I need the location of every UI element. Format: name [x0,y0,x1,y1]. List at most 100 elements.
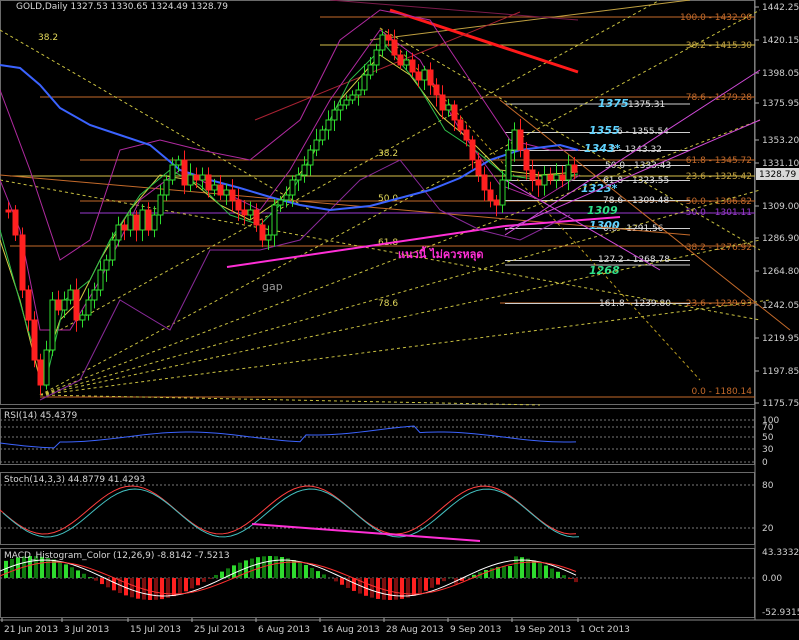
macd-bar [172,578,176,596]
candle-body [230,190,235,200]
level-label: 1375 [598,97,629,110]
support-annotation: แนวนี้ ไม่ควรหลุด [398,246,484,262]
candle-body [380,35,385,50]
price-tick-label: 1442.25 [762,3,799,13]
macd-bar [94,578,98,581]
macd-bar [544,566,548,578]
chart-canvas[interactable]: 1442.251420.151398.051375.951353.201331.… [0,0,799,636]
candle-body [512,130,517,150]
candle-body [284,195,289,200]
macd-bar [568,578,572,579]
level-label: 1355 [589,124,620,137]
candle-body [416,72,421,80]
macd-bar [316,571,320,578]
candle-body [110,240,115,260]
candle-body [356,90,361,95]
price-tick-label: 1264.80 [762,267,799,277]
stoch-signal-line [3,489,579,537]
price-tick-label: 1331.10 [762,159,799,169]
fib-right-label: 61.8 - 1345.72 [686,156,752,166]
macd-bar [556,572,560,578]
candle-body [13,210,18,235]
candle-body [224,190,229,195]
macd-bar [310,568,314,578]
candle-body [386,35,391,40]
candle-body [200,175,205,180]
macd-bar [484,570,488,578]
macd-bar [88,577,92,578]
macd-bar [202,578,206,582]
candle-body [470,140,475,160]
candle-body [488,190,493,200]
macd-bar [184,578,188,591]
candle-body [440,95,445,110]
macd-bar [286,558,290,578]
macd-bar [298,562,302,578]
macd-bar [196,578,200,585]
macd-bar [100,578,104,584]
candle-body [176,160,181,165]
candle-body [116,225,121,240]
macd-tick-label: 0.00 [762,574,782,584]
candle-body [320,130,325,140]
candle-body [302,165,307,175]
ma-short-green [0,45,578,385]
candle-body [242,210,247,215]
candle-body [32,320,37,360]
candle-body [104,260,109,270]
macd-bar [424,578,428,591]
macd-tick-label: -52.9315 [762,608,799,618]
macd-bar [82,574,86,578]
fib-yellow-label: 78.6 [378,299,398,309]
candle-body [20,235,25,290]
candle-body [62,300,67,310]
price-tick-label: 1197.85 [762,367,799,377]
candle-body [26,290,31,320]
macd-bar [10,559,14,578]
macd-bar [442,578,446,581]
fib-right-label: 78.6 - 1379.28 [686,93,752,103]
candle-body [548,175,553,180]
rsi-header: RSI(14) 45.4379 [4,411,77,421]
date-tick-label: 3 Jul 2013 [64,625,109,635]
macd-bar [370,578,374,598]
candle-body [170,165,175,180]
candle-body [560,175,565,180]
macd-bar [190,578,194,588]
candle-body [128,215,133,230]
candle-body [296,175,301,180]
candle-body [566,165,571,180]
fib-right-label: 100.0 - 1432.90 [680,13,752,23]
macd-bar [130,578,134,597]
candle-body [86,300,91,315]
macd-bar [64,564,68,578]
fib-right-label: 50.0 - 1306.82 [686,197,752,207]
macd-bar [562,575,566,578]
fib-right-label: 23.6 - 1239.93 [686,299,752,309]
macd-bar [70,567,74,578]
fib-right-label: 0.0 - 1180.14 [692,387,753,397]
candle-body [44,350,49,385]
macd-bar [574,578,578,582]
macd-bar [58,562,62,578]
bollinger-mid [0,10,580,260]
candle-body [98,270,103,290]
macd-bar [532,561,536,578]
candle-body [248,210,253,215]
macd-bar [148,578,152,600]
trading-chart-window[interactable]: 1442.251420.151398.051375.951353.201331.… [0,0,799,636]
candle-body [134,215,139,230]
macd-bar [514,556,518,578]
price-tick-label: 1175.75 [762,399,799,409]
candle-body [482,175,487,190]
macd-bar [76,570,80,578]
macd-bar [364,578,368,596]
macd-bar [166,578,170,598]
candle-body [422,70,427,80]
stoch-header: Stoch(14,3,3) 44.8779 41.4293 [4,475,145,485]
price-tick-label: 1309.00 [762,202,799,212]
candle-body [506,150,511,180]
candle-body [158,195,163,215]
candle-body [332,110,337,120]
candle-body [272,205,277,235]
